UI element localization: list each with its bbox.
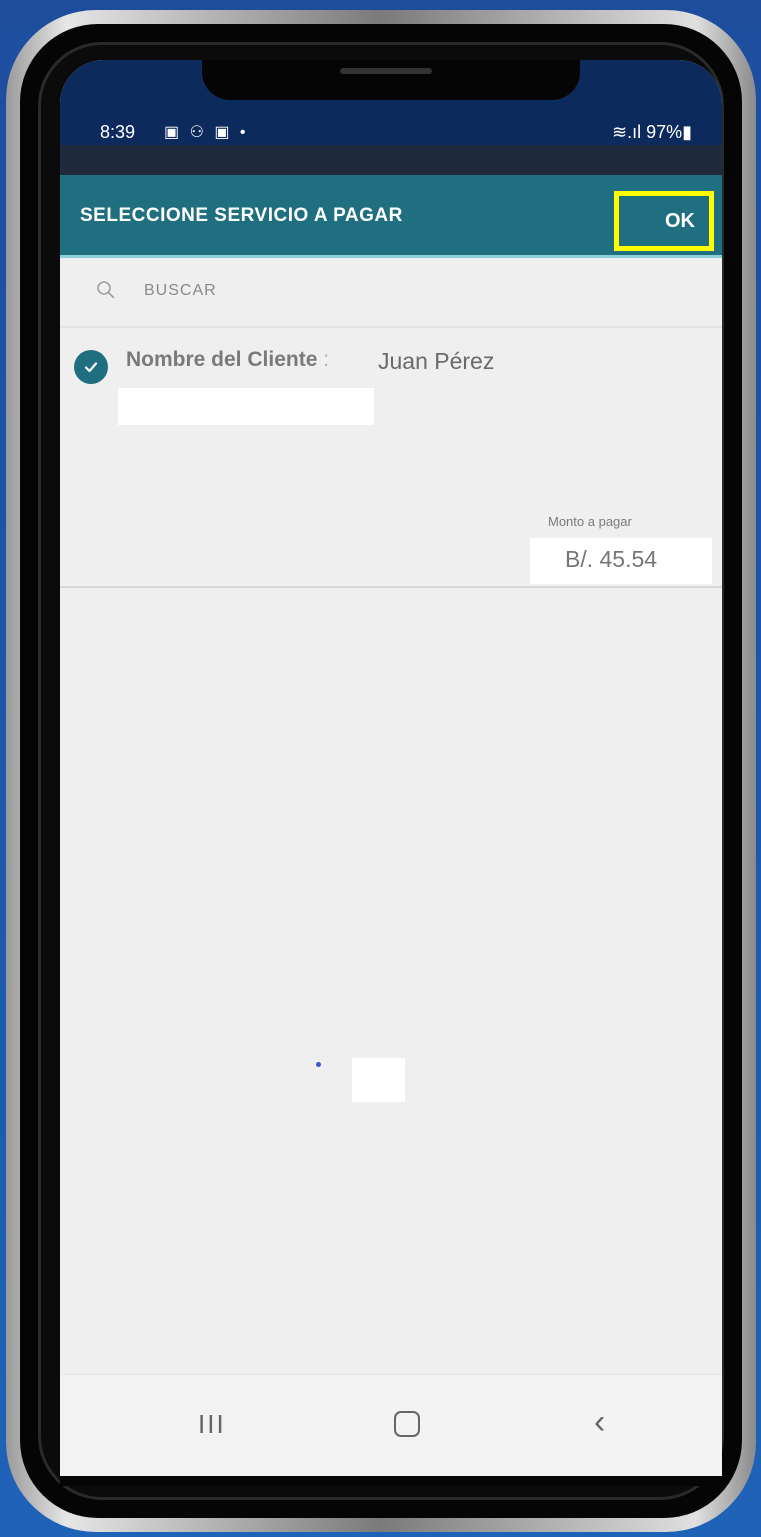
ok-button[interactable]: OK [614, 191, 714, 251]
phone-bottom-bezel [60, 1476, 722, 1486]
home-button[interactable] [394, 1411, 420, 1437]
android-nav-bar: III ‹ [60, 1374, 722, 1476]
loading-indicator [316, 1062, 321, 1067]
client-label: Nombre del Cliente : [126, 348, 330, 371]
status-bar: 8:39 ▣ ⚇ ▣ • ≋.ıl 97%▮ [60, 60, 722, 145]
search-bar[interactable]: BUSCAR [60, 258, 722, 328]
recents-button[interactable]: III [198, 1409, 226, 1440]
check-icon [84, 362, 98, 373]
checkbox-checked[interactable] [74, 350, 108, 384]
service-list-item[interactable]: Nombre del Cliente : Juan Pérez Monto a … [60, 328, 722, 588]
label-separator: : [323, 348, 330, 371]
speaker-grille [340, 68, 432, 74]
ok-button-label: OK [665, 209, 695, 232]
amount-label: Monto a pagar [548, 514, 632, 529]
client-name: Juan Pérez [378, 348, 495, 374]
search-input[interactable]: BUSCAR [144, 282, 217, 300]
redacted-box [352, 1058, 405, 1102]
status-time: 8:39 [100, 122, 136, 142]
back-button[interactable]: ‹ [594, 1403, 605, 1442]
signal-battery-indicator: ≋.ıl 97%▮ [611, 122, 692, 142]
phone-screen: 8:39 ▣ ⚇ ▣ • ≋.ıl 97%▮ SELECCIONE SERVIC… [60, 60, 722, 1476]
search-icon [97, 281, 115, 299]
amount-value: B/. 45.54 [565, 546, 658, 572]
camera-notch [202, 60, 580, 100]
app-bar: SELECCIONE SERVICIO A PAGAR OK [60, 175, 722, 258]
notification-icons: ▣ ⚇ ▣ • [164, 124, 249, 141]
browser-tab-strip [60, 145, 722, 175]
page-title: SELECCIONE SERVICIO A PAGAR [80, 205, 403, 226]
redacted-field [118, 388, 374, 425]
